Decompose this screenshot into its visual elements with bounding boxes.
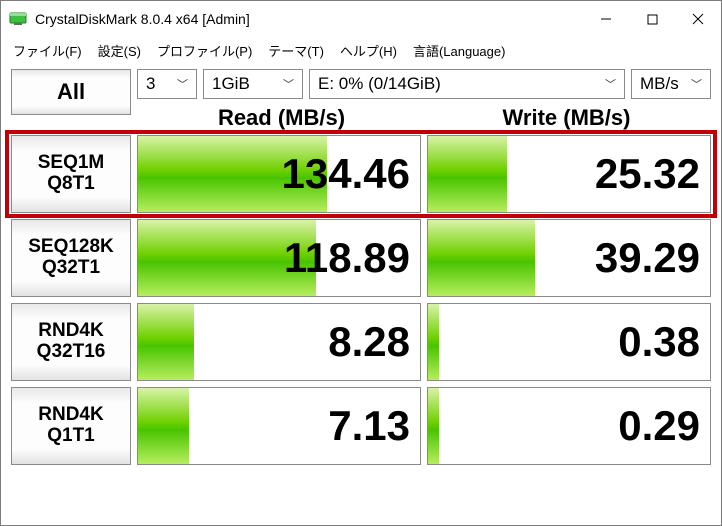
app-icon — [9, 10, 27, 28]
menu-bar: ファイル(F) 設定(S) プロファイル(P) テーマ(T) ヘルプ(H) 言語… — [1, 37, 721, 63]
chevron-down-icon: ﹀ — [177, 76, 188, 92]
menu-file[interactable]: ファイル(F) — [7, 39, 88, 62]
write-bar — [428, 388, 439, 464]
run-all-button[interactable]: All — [11, 69, 131, 115]
unit-select[interactable]: MB/s ﹀ — [631, 69, 711, 99]
chevron-down-icon: ﹀ — [283, 76, 294, 92]
write-value: 0.38 — [618, 318, 700, 366]
size-value: 1GiB — [212, 74, 250, 94]
test-button[interactable]: SEQ128KQ32T1 — [11, 219, 131, 297]
write-cell: 0.29 — [427, 387, 711, 465]
write-cell: 25.32 — [427, 135, 711, 213]
write-cell: 0.38 — [427, 303, 711, 381]
column-headers: Read (MB/s) Write (MB/s) — [137, 105, 711, 131]
result-row: RND4KQ1T1 7.13 0.29 — [11, 387, 711, 465]
read-bar — [138, 388, 189, 464]
minimize-button[interactable] — [583, 1, 629, 37]
test-name-line2: Q1T1 — [47, 426, 95, 447]
read-cell: 8.28 — [137, 303, 421, 381]
menu-settings[interactable]: 設定(S) — [92, 39, 147, 62]
count-value: 3 — [146, 74, 155, 94]
maximize-button[interactable] — [629, 1, 675, 37]
menu-help[interactable]: ヘルプ(H) — [334, 39, 403, 62]
chevron-down-icon: ﹀ — [605, 76, 616, 92]
test-name-line1: RND4K — [38, 321, 103, 342]
test-button[interactable]: RND4KQ1T1 — [11, 387, 131, 465]
test-name-line1: RND4K — [38, 405, 103, 426]
header-read: Read (MB/s) — [139, 105, 424, 131]
read-cell: 134.46 — [137, 135, 421, 213]
read-value: 134.46 — [282, 150, 410, 198]
menu-profile[interactable]: プロファイル(P) — [151, 39, 258, 62]
read-value: 118.89 — [284, 234, 410, 282]
result-row: RND4KQ32T16 8.28 0.38 — [11, 303, 711, 381]
read-value: 8.28 — [328, 318, 410, 366]
write-bar — [428, 220, 535, 296]
window-buttons — [583, 1, 721, 37]
drive-select[interactable]: E: 0% (0/14GiB) ﹀ — [309, 69, 625, 99]
controls-row: All 3 ﹀ 1GiB ﹀ E: 0% (0/14GiB) ﹀ MB/s ﹀ … — [1, 63, 721, 135]
write-bar — [428, 136, 507, 212]
write-value: 0.29 — [618, 402, 700, 450]
read-cell: 7.13 — [137, 387, 421, 465]
close-button[interactable] — [675, 1, 721, 37]
write-bar — [428, 304, 439, 380]
test-name-line2: Q32T1 — [42, 258, 100, 279]
test-name-line2: Q32T16 — [37, 342, 106, 363]
window-title: CrystalDiskMark 8.0.4 x64 [Admin] — [35, 11, 583, 27]
test-name-line2: Q8T1 — [47, 174, 95, 195]
test-name-line1: SEQ128K — [28, 237, 114, 258]
read-bar — [138, 304, 194, 380]
drive-value: E: 0% (0/14GiB) — [318, 74, 441, 94]
unit-value: MB/s — [640, 74, 679, 94]
write-value: 39.29 — [595, 234, 700, 282]
result-row: SEQ128KQ32T1 118.89 39.29 — [11, 219, 711, 297]
chevron-down-icon: ﹀ — [691, 76, 702, 92]
results-grid: SEQ1MQ8T1 134.46 25.32 SEQ128KQ32T1 118.89 39… — [11, 135, 711, 465]
menu-theme[interactable]: テーマ(T) — [262, 39, 330, 62]
test-button[interactable]: RND4KQ32T16 — [11, 303, 131, 381]
write-value: 25.32 — [595, 150, 700, 198]
write-cell: 39.29 — [427, 219, 711, 297]
result-row: SEQ1MQ8T1 134.46 25.32 — [11, 135, 711, 213]
title-bar: CrystalDiskMark 8.0.4 x64 [Admin] — [1, 1, 721, 37]
menu-language[interactable]: 言語(Language) — [407, 39, 512, 62]
size-select[interactable]: 1GiB ﹀ — [203, 69, 303, 99]
run-all-label: All — [57, 79, 85, 105]
read-cell: 118.89 — [137, 219, 421, 297]
test-name-line1: SEQ1M — [38, 153, 105, 174]
read-value: 7.13 — [328, 402, 410, 450]
test-button[interactable]: SEQ1MQ8T1 — [11, 135, 131, 213]
count-select[interactable]: 3 ﹀ — [137, 69, 197, 99]
header-write: Write (MB/s) — [424, 105, 709, 131]
